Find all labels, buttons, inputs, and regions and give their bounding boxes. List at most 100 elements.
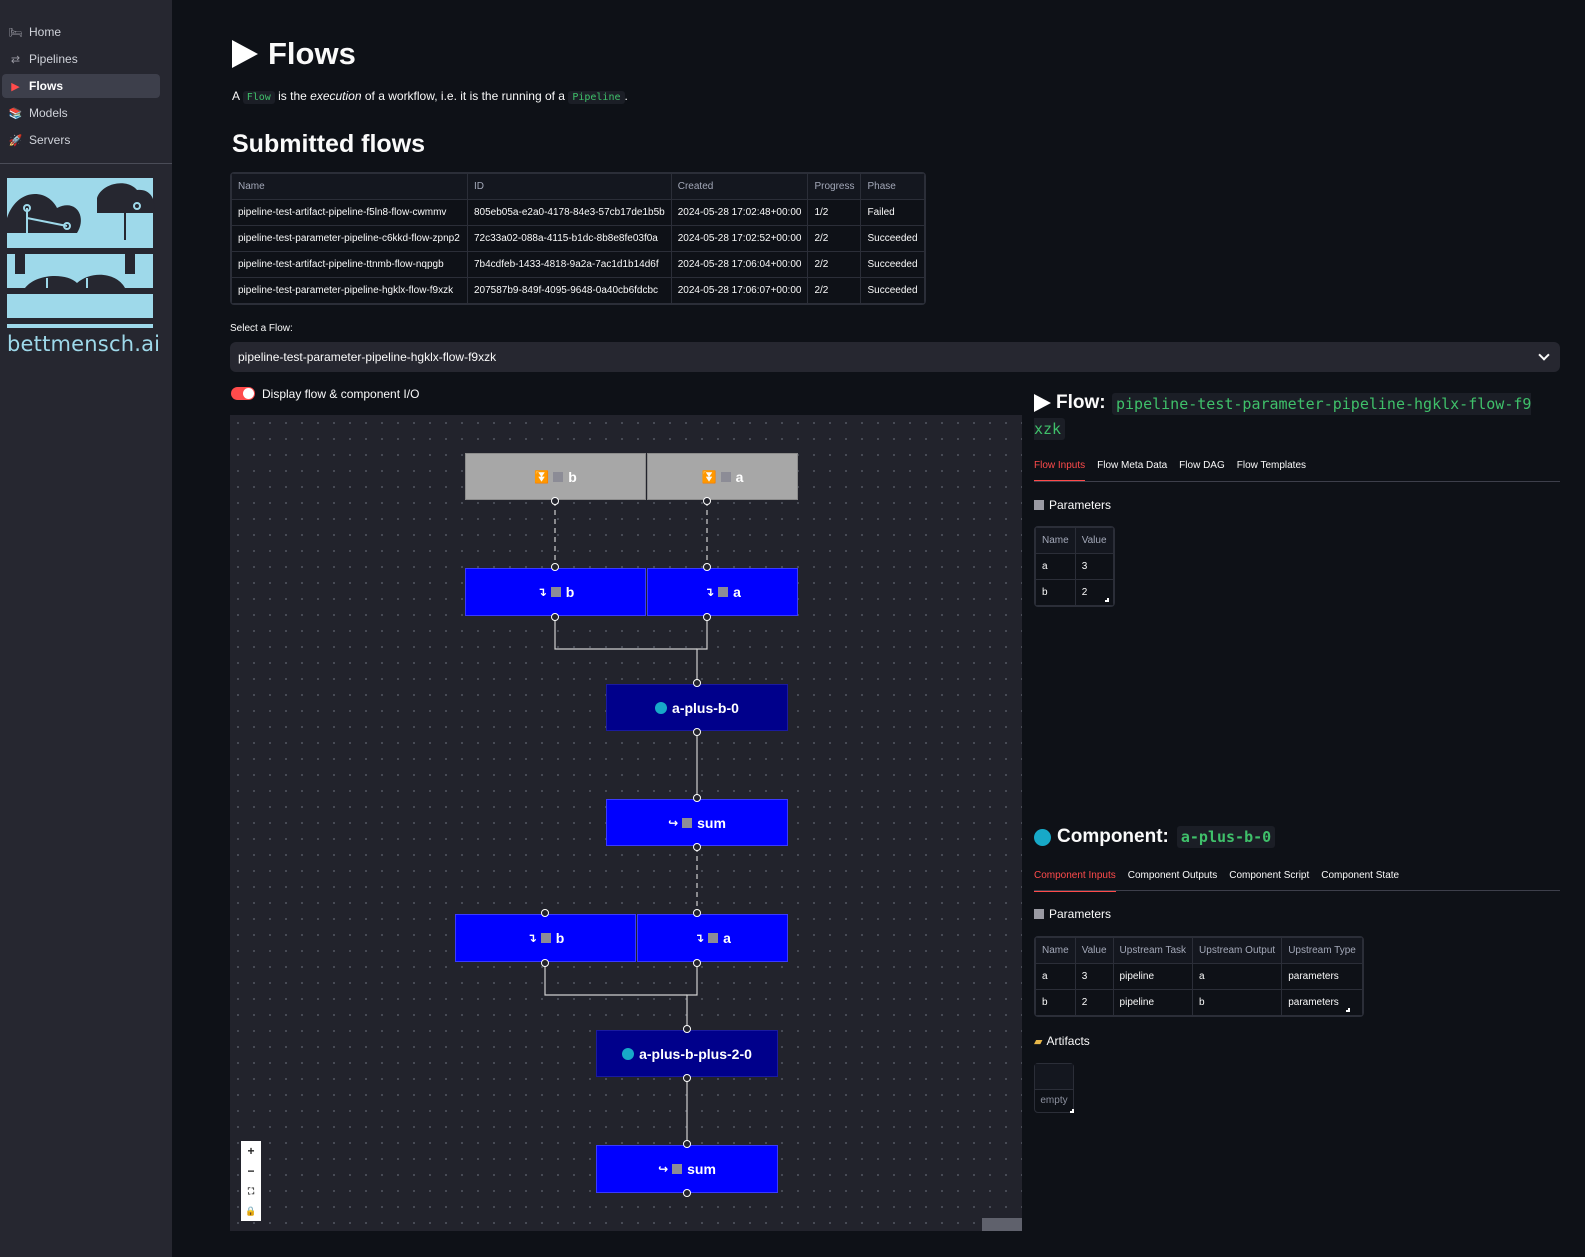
table-resize-handle[interactable] xyxy=(1070,1109,1074,1113)
status-dot-icon xyxy=(1034,828,1051,846)
table-row[interactable]: a 3 pipeline a parameters xyxy=(1035,963,1363,990)
dag-port[interactable] xyxy=(703,497,711,505)
dag-port[interactable] xyxy=(703,563,711,571)
dag-port[interactable] xyxy=(693,843,701,851)
parameter-icon xyxy=(553,471,564,482)
table-row[interactable]: a 3 xyxy=(1035,553,1114,580)
node-label: a-plus-b-0 xyxy=(672,699,739,716)
column-header[interactable]: Progress xyxy=(807,173,862,200)
column-header[interactable]: Name xyxy=(1035,527,1076,554)
dag-node-param-b-2[interactable]: ↴ b xyxy=(455,914,636,962)
column-header[interactable]: Name xyxy=(1035,937,1076,964)
return-arrow-icon: ↪ xyxy=(668,815,679,830)
shuffle-icon: ⇄ xyxy=(10,53,21,66)
table-row[interactable]: pipeline-test-parameter-pipeline-hgklx-f… xyxy=(231,277,925,304)
dag-node-component-a-plus-b-plus-2-0[interactable]: a-plus-b-plus-2-0 xyxy=(596,1030,778,1077)
sidebar-item-flows[interactable]: ▶ Flows xyxy=(2,74,160,98)
scrollbar-thumb[interactable] xyxy=(982,1218,1022,1231)
table-row[interactable]: pipeline-test-parameter-pipeline-c6kkd-f… xyxy=(231,225,925,252)
column-header[interactable]: Value xyxy=(1074,527,1114,554)
table-cell: Succeeded xyxy=(860,225,925,252)
column-header[interactable]: Upstream Output xyxy=(1192,937,1283,964)
table-cell: 2/2 xyxy=(807,251,862,278)
dag-node-param-a-2[interactable]: ↴ a xyxy=(637,914,788,962)
tab-flow-templates[interactable]: Flow Templates xyxy=(1237,460,1306,482)
folder-icon: ▰ xyxy=(1034,1035,1043,1048)
table-row[interactable]: b 2 xyxy=(1035,579,1114,606)
dag-port[interactable] xyxy=(693,679,701,687)
dag-port[interactable] xyxy=(551,563,559,571)
column-header[interactable]: Created xyxy=(670,173,809,200)
dag-port[interactable] xyxy=(693,909,701,917)
dag-node-component-a-plus-b-0[interactable]: a-plus-b-0 xyxy=(606,684,788,731)
table-row[interactable]: pipeline-test-artifact-pipeline-ttnmb-fl… xyxy=(231,251,925,278)
dag-port[interactable] xyxy=(683,1074,691,1082)
table-cell: pipeline-test-artifact-pipeline-f5ln8-fl… xyxy=(231,199,468,226)
tab-flow-meta-data[interactable]: Flow Meta Data xyxy=(1097,460,1167,482)
sidebar-nav: 🛏 Home ⇄ Pipelines ▶ Flows 📚 Models 🚀 Se… xyxy=(0,20,172,155)
column-header[interactable]: ID xyxy=(467,173,672,200)
dag-edge xyxy=(696,617,708,683)
dag-port[interactable] xyxy=(541,909,549,917)
sidebar-item-pipelines[interactable]: ⇄ Pipelines xyxy=(2,47,160,71)
node-label: a xyxy=(733,584,741,600)
lock-button[interactable]: 🔒 xyxy=(241,1201,261,1221)
dag-node-param-b[interactable]: ↴ b xyxy=(465,568,646,616)
artifacts-heading: ▰ Artifacts xyxy=(1034,1034,1090,1048)
dag-port[interactable] xyxy=(551,497,559,505)
parameter-icon xyxy=(718,587,729,597)
node-label: b xyxy=(568,468,577,485)
dag-port[interactable] xyxy=(541,959,549,967)
dag-node-param-a[interactable]: ↴ a xyxy=(647,568,798,616)
arrow-down-right-icon: ↴ xyxy=(526,931,537,945)
table-resize-handle[interactable] xyxy=(1346,1008,1350,1012)
table-row[interactable]: b 2 pipeline b parameters xyxy=(1035,989,1363,1016)
sidebar-item-models[interactable]: 📚 Models xyxy=(2,101,160,125)
dag-node-output-sum[interactable]: ↪ sum xyxy=(606,799,788,846)
intro-part: is the xyxy=(278,89,307,103)
tab-component-outputs[interactable]: Component Outputs xyxy=(1128,870,1218,892)
table-row[interactable]: pipeline-test-artifact-pipeline-f5ln8-fl… xyxy=(231,199,925,226)
column-header[interactable]: Name xyxy=(231,173,468,200)
tab-component-inputs[interactable]: Component Inputs xyxy=(1034,870,1116,892)
flow-dag-canvas[interactable]: ⏬ b ⏬ a ↴ b ↴ a a-plus-b-0 ↪ sum ↴ b ↴ a a-plus… xyxy=(230,415,1022,1231)
zoom-in-button[interactable]: + xyxy=(241,1141,261,1161)
column-header[interactable]: Value xyxy=(1074,937,1114,964)
dag-port[interactable] xyxy=(551,613,559,621)
dag-node-output-sum-2[interactable]: ↪ sum xyxy=(596,1145,778,1193)
dag-port[interactable] xyxy=(683,1140,691,1148)
dag-node-input-b[interactable]: ⏬ b xyxy=(465,453,646,500)
component-parameters-heading: Parameters xyxy=(1034,907,1111,921)
dag-port[interactable] xyxy=(683,1189,691,1197)
column-header[interactable]: Upstream Task xyxy=(1112,937,1194,964)
io-toggle[interactable] xyxy=(231,387,255,400)
artifacts-table[interactable]: empty xyxy=(1034,1063,1074,1113)
column-header[interactable]: Upstream Type xyxy=(1281,937,1363,964)
dag-port[interactable] xyxy=(703,613,711,621)
table-resize-handle[interactable] xyxy=(1105,598,1109,602)
table-cell: 805eb05a-e2a0-4178-84e3-57cb17de1b5b xyxy=(467,199,672,226)
flow-select-value: pipeline-test-parameter-pipeline-hgklx-f… xyxy=(238,350,497,364)
dag-port[interactable] xyxy=(693,959,701,967)
sidebar-item-home[interactable]: 🛏 Home xyxy=(2,20,160,44)
dag-port[interactable] xyxy=(693,794,701,802)
dag-port[interactable] xyxy=(693,728,701,736)
flow-select[interactable]: pipeline-test-parameter-pipeline-hgklx-f… xyxy=(230,342,1560,372)
artifacts-header xyxy=(1035,1064,1073,1090)
tab-flow-dag[interactable]: Flow DAG xyxy=(1179,460,1225,482)
zoom-out-button[interactable]: − xyxy=(241,1161,261,1181)
tab-component-state[interactable]: Component State xyxy=(1321,870,1399,892)
flow-parameters-table[interactable]: Name Value a 3 b 2 xyxy=(1034,526,1115,607)
table-cell: 72c33a02-088a-4115-b1dc-8b8e8fe03f0a xyxy=(467,225,672,252)
fit-view-button[interactable]: ⛶ xyxy=(241,1181,261,1201)
column-header[interactable]: Phase xyxy=(860,173,925,200)
tab-flow-inputs[interactable]: Flow Inputs xyxy=(1034,460,1086,482)
dag-node-input-a[interactable]: ⏬ a xyxy=(647,453,798,500)
flows-table[interactable]: Name ID Created Progress Phase pipeline-… xyxy=(230,172,926,305)
sidebar-item-servers[interactable]: 🚀 Servers xyxy=(2,128,160,152)
tab-component-script[interactable]: Component Script xyxy=(1229,870,1309,892)
arrow-down-right-icon: ↴ xyxy=(694,931,705,945)
dag-port[interactable] xyxy=(683,1025,691,1033)
component-parameters-table[interactable]: Name Value Upstream Task Upstream Output… xyxy=(1034,936,1364,1017)
table-cell: 3 xyxy=(1074,963,1114,990)
